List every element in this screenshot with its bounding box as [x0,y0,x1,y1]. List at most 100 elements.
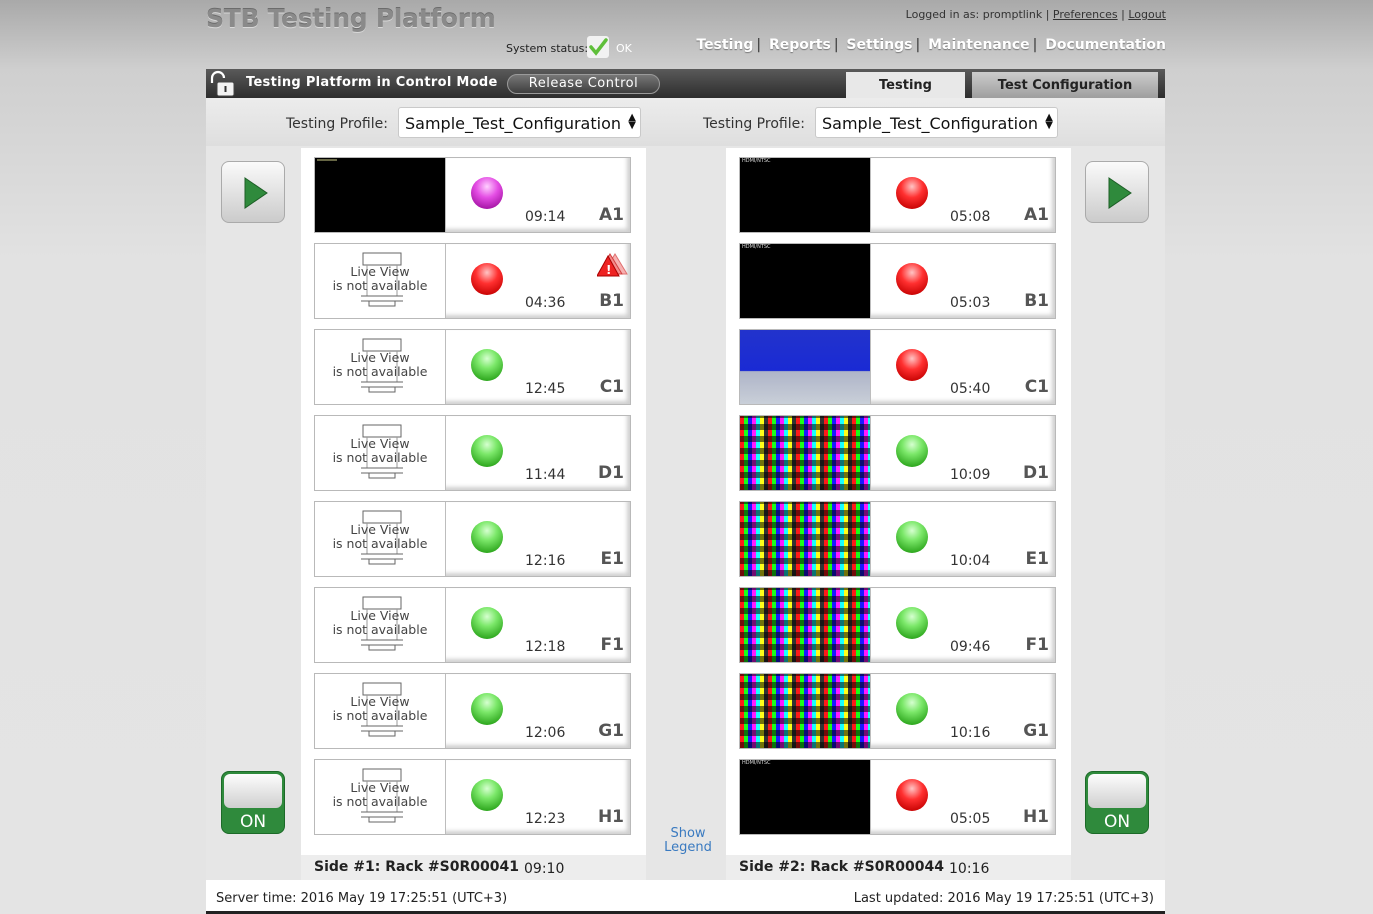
live-view-unavailable-line1: Live View [350,522,410,537]
testing-profile-select-left[interactable]: Sample_Test_Configuration ▲ ▼ [398,107,641,138]
live-view-unavailable-line2: is not available [332,708,428,723]
nav-testing[interactable]: Testing [696,37,753,53]
live-view-test-pattern[interactable] [740,588,871,662]
username: promptlink [982,8,1043,21]
live-view-thumbnail[interactable]: HDMI/NTSC [740,244,871,318]
status-led-icon [896,607,928,639]
slot-elapsed-time: 05:05 [950,811,991,827]
power-toggle-cap [224,774,282,808]
slot-id-label: D1 [1023,463,1049,483]
nav-documentation[interactable]: Documentation [1045,37,1166,53]
tab-testing[interactable]: Testing [846,72,965,98]
play-button-side2[interactable] [1085,161,1149,223]
slot-card[interactable]: 10:04 E1 [739,501,1056,577]
slot-card[interactable]: Live View is not available 12:23 H1 [314,759,631,835]
nav-reports[interactable]: Reports [769,37,831,53]
live-view-unavailable-line2: is not available [332,364,428,379]
slot-card[interactable]: Live View is not available 12:16 E1 [314,501,631,577]
slot-id-label: F1 [600,635,624,655]
power-toggle-cap [1088,774,1146,808]
warning-icon[interactable]: ! [596,252,631,278]
side1-slot-column: 09:14 A1 Live View is not available! 04:36 B1… [301,148,646,878]
slot-id-label: A1 [1024,205,1049,225]
live-view-menu-screen[interactable] [740,330,871,404]
hdmi-source-tag: HDMI/NTSC [742,760,771,766]
live-view-thumbnail[interactable] [315,158,446,232]
slot-card[interactable]: Live View is not available! 04:36 B1 [314,243,631,319]
slot-card[interactable]: HDMI/NTSC 05:08 A1 [739,157,1056,233]
slot-card[interactable]: 09:46 F1 [739,587,1056,663]
slot-elapsed-time: 04:36 [525,295,566,311]
slot-id-label: F1 [1025,635,1049,655]
show-legend-link[interactable]: Show Legend [660,827,716,855]
live-view-unavailable-line2: is not available [332,536,428,551]
live-view-unavailable-line1: Live View [350,694,410,709]
status-led-icon [471,349,503,381]
live-view-thumbnail[interactable]: HDMI/NTSC [740,158,871,232]
slot-id-label: G1 [1023,721,1049,741]
tab-test-configuration[interactable]: Test Configuration [972,72,1158,98]
slot-id-label: C1 [599,377,624,397]
testing-profile-label-right: Testing Profile: [703,116,805,132]
live-view-thumbnail[interactable]: HDMI/NTSC [740,760,871,834]
live-view-test-pattern[interactable] [740,502,871,576]
slot-elapsed-time: 05:03 [950,295,991,311]
slot-card[interactable]: Live View is not available 12:06 G1 [314,673,631,749]
power-toggle-side1[interactable]: ON [221,771,285,834]
slot-elapsed-time: 05:08 [950,209,991,225]
slot-id-label: E1 [1025,549,1049,569]
power-toggle-side2[interactable]: ON [1085,771,1149,834]
side1-footer-time: 09:10 [524,861,565,877]
live-view-unavailable-line2: is not available [332,622,428,637]
slot-elapsed-time: 12:18 [525,639,566,655]
slot-elapsed-time: 09:14 [525,209,566,225]
testing-profile-select-right[interactable]: Sample_Test_Configuration ▲ ▼ [815,107,1058,138]
logout-link[interactable]: Logout [1128,8,1166,21]
play-button-side1[interactable] [221,161,285,223]
slot-elapsed-time: 12:45 [525,381,566,397]
live-view-unavailable-line2: is not available [332,450,428,465]
live-view-unavailable-line2: is not available [332,794,428,809]
live-view-thumbnail[interactable]: Live View is not available [315,760,446,834]
status-led-icon [896,435,928,467]
slot-card[interactable]: Live View is not available 12:45 C1 [314,329,631,405]
status-led-icon [471,607,503,639]
hdmi-source-tag: HDMI/NTSC [742,244,771,250]
control-mode-title: Testing Platform in Control Mode [246,75,498,90]
nav-settings[interactable]: Settings [846,37,912,53]
live-view-thumbnail[interactable]: Live View is not available [315,502,446,576]
live-view-thumbnail[interactable]: Live View is not available [315,588,446,662]
slot-card[interactable]: Live View is not available 12:18 F1 [314,587,631,663]
slot-card[interactable]: HDMI/NTSC 05:05 H1 [739,759,1056,835]
live-view-test-pattern[interactable] [740,674,871,748]
slot-card[interactable]: 09:14 A1 [314,157,631,233]
slot-id-label: B1 [599,291,624,311]
slot-elapsed-time: 10:16 [950,725,991,741]
slot-card[interactable]: 05:40 C1 [739,329,1056,405]
live-view-thumbnail[interactable]: Live View is not available [315,330,446,404]
slot-id-label: B1 [1024,291,1049,311]
preferences-link[interactable]: Preferences [1053,8,1118,21]
side1-footer: Side #1: Rack #S0R00041 09:10 [301,855,646,880]
release-control-button[interactable]: Release Control [507,74,660,94]
slot-card[interactable]: 10:09 D1 [739,415,1056,491]
nav-maintenance[interactable]: Maintenance [928,37,1030,53]
live-view-test-pattern[interactable] [740,416,871,490]
checkmark-icon [587,36,609,58]
slot-card[interactable]: HDMI/NTSC 05:03 B1 [739,243,1056,319]
slot-card[interactable]: Live View is not available 11:44 D1 [314,415,631,491]
live-view-thumbnail[interactable]: Live View is not available [315,244,446,318]
power-toggle-label: ON [1103,812,1131,832]
logged-in-label: Logged in as: [905,8,980,21]
play-icon [1108,177,1132,209]
live-view-thumbnail[interactable]: Live View is not available [315,416,446,490]
status-led-icon [471,435,503,467]
status-led-icon [471,779,503,811]
slot-card[interactable]: 10:16 G1 [739,673,1056,749]
slot-elapsed-time: 05:40 [950,381,991,397]
live-view-unavailable-line1: Live View [350,350,410,365]
select-arrows-icon: ▲ ▼ [628,112,636,131]
login-line: Logged in as: promptlink | Preferences |… [905,8,1166,21]
status-led-icon [471,521,503,553]
live-view-thumbnail[interactable]: Live View is not available [315,674,446,748]
